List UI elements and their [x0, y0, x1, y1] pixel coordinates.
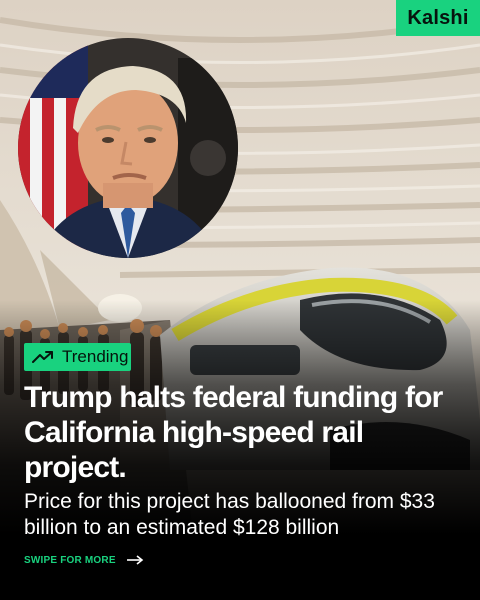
- swipe-label: SWIPE FOR MORE: [24, 554, 116, 566]
- trending-up-icon: [32, 351, 53, 363]
- subheadline: Price for this project has ballooned fro…: [24, 490, 435, 539]
- brand-logo: Kalshi: [396, 0, 480, 36]
- news-card: Kalshi Trending Trump halts federal fund…: [0, 0, 480, 600]
- trending-badge: Trending: [24, 343, 131, 371]
- badge-label: Trending: [62, 347, 129, 366]
- portrait-photo: [18, 38, 238, 258]
- swipe-for-more-link[interactable]: SWIPE FOR MORE: [24, 551, 144, 569]
- headline: Trump halts federal funding for Californ…: [24, 381, 443, 484]
- arrow-right-icon: [126, 555, 143, 565]
